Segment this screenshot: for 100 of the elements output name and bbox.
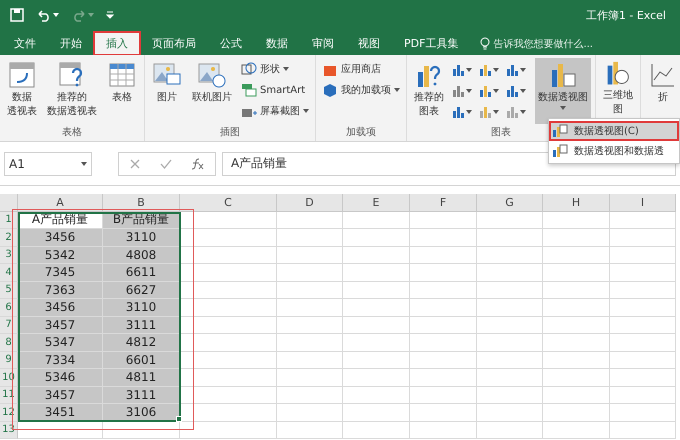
group-label: 图表 xyxy=(491,126,511,140)
column-header[interactable]: E xyxy=(343,194,410,212)
table-cell: 6601 xyxy=(103,352,180,369)
caret-icon xyxy=(560,106,566,110)
caret-icon xyxy=(81,162,87,166)
table-cell: 3110 xyxy=(103,299,180,316)
shapes-icon xyxy=(241,62,257,76)
ribbon-button[interactable]: 形状 xyxy=(239,60,311,78)
table-cell: 3457 xyxy=(18,316,103,334)
caret-icon xyxy=(88,13,94,17)
ribbon-tab[interactable]: 插入 xyxy=(94,32,140,55)
menu-item[interactable]: 数据透视图和数据透 xyxy=(549,141,679,161)
column-header[interactable]: C xyxy=(180,194,277,212)
column-header[interactable]: I xyxy=(610,194,676,212)
caret-icon xyxy=(53,13,59,17)
ribbon-tab[interactable]: 页面布局 xyxy=(140,32,208,55)
ribbon-tab[interactable]: 数据 xyxy=(254,32,300,55)
column-header[interactable]: F xyxy=(410,194,477,212)
caret-icon xyxy=(520,89,526,93)
chart-type-icon xyxy=(505,63,519,77)
caret-icon xyxy=(394,88,400,92)
ribbon-button[interactable]: 数据透视图 xyxy=(535,58,591,124)
column-header[interactable]: G xyxy=(477,194,543,212)
ribbon-button[interactable]: 联机图片 xyxy=(189,58,235,124)
caret-icon xyxy=(520,110,526,114)
ribbon-button[interactable]: 我的加载项 xyxy=(320,81,402,99)
chart-type-icon xyxy=(451,105,465,119)
ribbon-tab[interactable]: 文件 xyxy=(2,32,48,55)
group-label: 插图 xyxy=(220,126,240,140)
caret-icon xyxy=(466,110,472,114)
ribbon-button[interactable]: 推荐的 数据透视表 xyxy=(44,58,100,124)
row-header[interactable]: 6 xyxy=(0,299,18,316)
row-header[interactable]: 4 xyxy=(0,264,18,282)
ribbon-button[interactable]: 应用商店 xyxy=(320,60,402,78)
function-icon[interactable] xyxy=(191,158,206,170)
group-label: 加载项 xyxy=(346,126,376,140)
ribbon-tab[interactable]: PDF工具集 xyxy=(392,32,470,55)
table-cell: 5346 xyxy=(18,369,103,386)
ribbon-tab[interactable]: 开始 xyxy=(48,32,94,55)
ribbon-button[interactable]: 图片 xyxy=(149,58,185,124)
chart-type-icon xyxy=(505,105,519,119)
smartart-icon xyxy=(241,83,257,97)
chart-type-icon xyxy=(478,105,492,119)
column-header[interactable]: A xyxy=(18,194,103,212)
pivot-table-icon xyxy=(7,60,37,90)
table-cell: 3111 xyxy=(103,386,180,404)
ribbon-button[interactable]: 推荐的 图表 xyxy=(411,58,447,124)
ribbon-button[interactable]: 三维地 图 xyxy=(600,58,636,124)
caret-icon xyxy=(493,110,499,114)
ribbon-tab[interactable]: 公式 xyxy=(208,32,254,55)
chart-type-icon xyxy=(478,63,492,77)
ribbon-button[interactable]: 表格 xyxy=(104,58,140,124)
chart-type-icon xyxy=(451,63,465,77)
table-cell: 4812 xyxy=(103,334,180,352)
chart-type-icon xyxy=(505,84,519,98)
pivot-chart-icon xyxy=(552,144,568,158)
name-box[interactable]: A1 xyxy=(4,152,92,176)
lightbulb-icon xyxy=(480,37,490,50)
table-cell: 6611 xyxy=(103,264,180,282)
group-label: 表格 xyxy=(62,126,82,140)
ribbon-button[interactable]: 屏幕截图 xyxy=(239,102,311,120)
table-cell: 4808 xyxy=(103,246,180,264)
caret-icon xyxy=(466,89,472,93)
ribbon-button[interactable]: 数据 透视表 xyxy=(4,58,40,124)
caret-icon xyxy=(493,68,499,72)
check-icon[interactable] xyxy=(160,158,172,170)
caret-icon xyxy=(493,89,499,93)
undo-icon xyxy=(36,8,52,22)
select-all-corner[interactable] xyxy=(0,194,18,212)
customize-icon xyxy=(106,10,114,20)
caret-icon xyxy=(283,67,289,71)
table-cell: 3457 xyxy=(18,386,103,404)
ribbon-button[interactable]: SmartArt xyxy=(239,81,311,99)
table-cell: 7363 xyxy=(18,282,103,299)
cube-icon xyxy=(322,83,338,97)
table-cell: 7345 xyxy=(18,264,103,282)
ribbon-button[interactable]: 折 xyxy=(645,58,680,124)
fill-handle[interactable] xyxy=(176,416,182,422)
ribbon-tab[interactable]: 审阅 xyxy=(300,32,346,55)
table-cell: 5342 xyxy=(18,246,103,264)
menu-item[interactable]: 数据透视图(C) xyxy=(549,121,679,141)
column-header[interactable]: B xyxy=(103,194,180,212)
pivot-chart-icon xyxy=(552,124,568,138)
row-header[interactable]: 2 xyxy=(0,229,18,246)
window-title: 工作簿1 - Excel xyxy=(586,8,667,22)
ribbon-tab[interactable]: 视图 xyxy=(346,32,392,55)
column-header[interactable]: D xyxy=(277,194,343,212)
table-cell: 7334 xyxy=(18,352,103,369)
redo-icon xyxy=(71,8,87,22)
table-cell: 3111 xyxy=(103,316,180,334)
table-cell: 3110 xyxy=(103,229,180,246)
table-cell: 3456 xyxy=(18,299,103,316)
row-header[interactable]: 8 xyxy=(0,334,18,352)
save-icon xyxy=(10,8,24,22)
chart-type-icon xyxy=(478,84,492,98)
chart-type-icon xyxy=(451,84,465,98)
table-cell: 3456 xyxy=(18,229,103,246)
caret-icon xyxy=(303,109,309,113)
column-header[interactable]: H xyxy=(543,194,610,212)
tell-me-field[interactable]: 告诉我您想要做什么... xyxy=(493,36,593,50)
